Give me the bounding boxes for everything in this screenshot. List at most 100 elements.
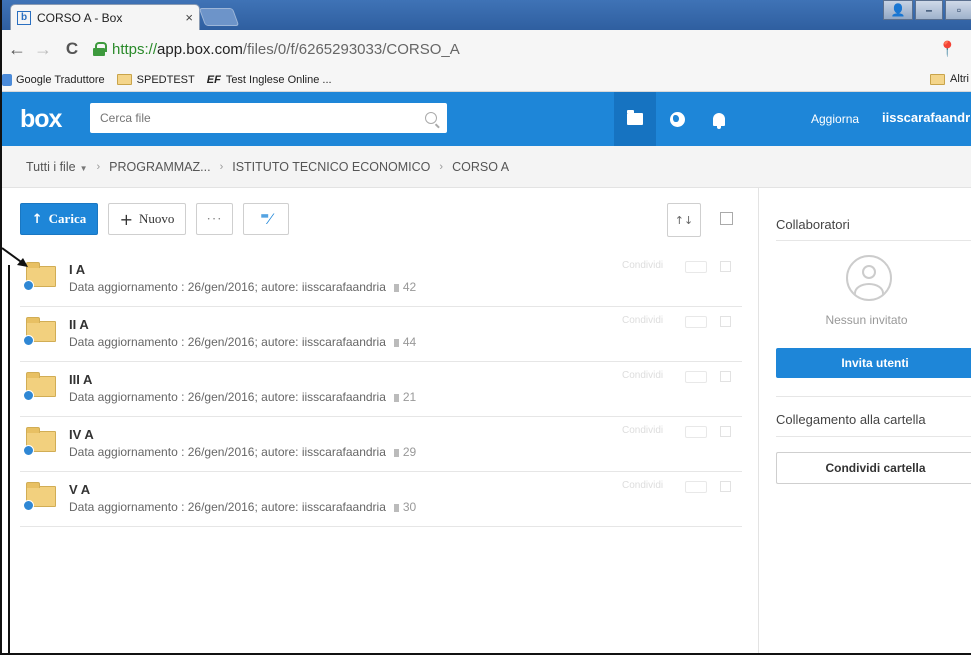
folder-meta: Data aggiornamento : 26/gen/2016; autore…: [69, 445, 417, 459]
file-count: 29: [394, 445, 416, 459]
other-bookmarks-label: Altri: [950, 73, 969, 85]
url-path: /files/0/f/6265293033/CORSO_A: [242, 40, 460, 58]
file-count: 21: [394, 390, 416, 404]
share-link[interactable]: Condividi: [622, 315, 663, 326]
breadcrumb-item[interactable]: ISTITUTO TECNICO ECONOMICO: [232, 160, 430, 174]
reload-icon[interactable]: C: [60, 39, 84, 59]
globe-icon: [669, 111, 685, 127]
box-logo[interactable]: box: [20, 105, 80, 134]
folder-name[interactable]: I A: [69, 262, 85, 277]
box-notes-icon[interactable]: ⁼∕: [243, 203, 289, 235]
select-all-checkbox[interactable]: [720, 212, 733, 225]
row-checkbox[interactable]: [720, 371, 731, 382]
row-checkbox[interactable]: [720, 426, 731, 437]
bookmark-label: SPEDTEST: [136, 73, 195, 86]
folder-meta: Data aggiornamento : 26/gen/2016; autore…: [69, 335, 417, 349]
row-menu-icon[interactable]: [685, 426, 707, 438]
pin-icon[interactable]: 📍: [938, 40, 957, 58]
ef-icon: EF: [206, 73, 221, 86]
box-header: box Aggiorna iisscarafaandria: [2, 92, 971, 146]
row-menu-icon[interactable]: [685, 481, 707, 493]
back-arrow-icon[interactable]: ←: [6, 39, 28, 60]
collaborators-title: Collaboratori: [776, 217, 850, 232]
share-link[interactable]: Condividi: [622, 370, 663, 381]
divider: [776, 240, 971, 241]
shared-folder-icon: [23, 335, 34, 346]
list-item[interactable]: IV A Data aggiornamento : 26/gen/2016; a…: [20, 417, 742, 472]
search-icon[interactable]: [425, 112, 437, 124]
breadcrumb-item[interactable]: PROGRAMMAZ...: [109, 160, 210, 174]
bookmark-google-translate[interactable]: Google Traduttore: [2, 73, 105, 86]
shared-folder-icon: [23, 500, 34, 511]
shared-folder-icon: [23, 280, 34, 291]
folder-name[interactable]: V A: [69, 482, 90, 497]
invite-users-button[interactable]: Invita utenti: [776, 348, 971, 378]
tab-close-icon[interactable]: ×: [185, 10, 193, 25]
upgrade-link[interactable]: Aggiorna: [811, 112, 859, 126]
shared-folder-icon: [23, 390, 34, 401]
bookmark-test-inglese[interactable]: EF Test Inglese Online ...: [207, 74, 332, 86]
box-favicon-icon: b: [17, 10, 31, 25]
bookmark-spedtest[interactable]: SPEDTEST: [116, 73, 195, 86]
bookmarks-bar: Google Traduttore SPEDTEST EF Test Ingle…: [2, 68, 971, 92]
annotation-line: [8, 265, 10, 653]
share-link[interactable]: Condividi: [622, 425, 663, 436]
row-menu-icon[interactable]: [685, 261, 707, 273]
new-tab-button[interactable]: [198, 8, 240, 26]
minimize-button[interactable]: –: [915, 0, 943, 20]
upload-button[interactable]: ↑ Carica: [20, 203, 98, 235]
list-item[interactable]: I A Data aggiornamento : 26/gen/2016; au…: [20, 252, 742, 307]
folder-link-title: Collegamento alla cartella: [776, 412, 926, 427]
row-menu-icon[interactable]: [685, 316, 707, 328]
list-item[interactable]: II A Data aggiornamento : 26/gen/2016; a…: [20, 307, 742, 362]
shared-folder-icon: [23, 445, 34, 456]
folder-meta: Data aggiornamento : 26/gen/2016; autore…: [69, 390, 417, 404]
row-checkbox[interactable]: [720, 481, 731, 492]
divider: [776, 396, 971, 397]
forward-arrow-icon[interactable]: →: [32, 39, 54, 60]
avatar-placeholder-icon: [846, 255, 892, 301]
search-input[interactable]: [100, 111, 425, 125]
maximize-button[interactable]: ▫: [945, 0, 971, 20]
more-options-button[interactable]: ···: [196, 203, 233, 235]
row-checkbox[interactable]: [720, 316, 731, 327]
folder-name[interactable]: II A: [69, 317, 89, 332]
arrow-up-icon: ↑: [31, 211, 43, 227]
window-controls: 👤 – ▫: [881, 0, 971, 20]
url-field[interactable]: https:// app.box.com /files/0/f/62652930…: [92, 41, 460, 58]
no-collaborators-text: Nessun invitato: [825, 313, 908, 327]
account-menu[interactable]: iisscarafaandria: [882, 110, 971, 125]
file-count: 42: [394, 280, 416, 294]
breadcrumb-separator: ›: [96, 160, 101, 173]
url-host: app.box.com: [157, 40, 243, 58]
browser-tab[interactable]: b CORSO A - Box ×: [10, 4, 200, 30]
bookmark-label: Google Traduttore: [16, 73, 105, 86]
list-item[interactable]: III A Data aggiornamento : 26/gen/2016; …: [20, 362, 742, 417]
sort-icon[interactable]: ↑↓: [667, 203, 701, 237]
divider: [776, 436, 971, 437]
annotation-arrow-icon: [2, 247, 28, 267]
list-item[interactable]: V A Data aggiornamento : 26/gen/2016; au…: [20, 472, 742, 527]
row-checkbox[interactable]: [720, 261, 731, 272]
new-button[interactable]: + Nuovo: [108, 203, 186, 235]
plus-icon: +: [119, 209, 133, 229]
globe-nav-button[interactable]: [656, 92, 698, 146]
details-sidebar: Collaboratori Nessun invitato Invita ute…: [758, 188, 971, 653]
bell-icon: [713, 112, 725, 129]
share-link[interactable]: Condividi: [622, 260, 663, 271]
folder-name[interactable]: IV A: [69, 427, 94, 442]
breadcrumb-separator: ›: [219, 160, 224, 173]
window-frame: b CORSO A - Box × 👤 – ▫ ← → C https:// a…: [0, 0, 971, 655]
row-menu-icon[interactable]: [685, 371, 707, 383]
user-profile-icon[interactable]: 👤: [883, 0, 913, 20]
files-nav-button[interactable]: [614, 92, 656, 146]
folder-name[interactable]: III A: [69, 372, 92, 387]
breadcrumb-root[interactable]: Tutti i file ▼: [26, 160, 87, 174]
share-folder-button[interactable]: Condividi cartella: [776, 452, 971, 484]
folder-meta: Data aggiornamento : 26/gen/2016; autore…: [69, 500, 417, 514]
other-bookmarks[interactable]: Altri: [930, 73, 969, 85]
notifications-button[interactable]: [698, 92, 740, 146]
share-link[interactable]: Condividi: [622, 480, 663, 491]
lock-icon: [92, 42, 107, 56]
caret-down-icon: ▼: [79, 163, 88, 173]
